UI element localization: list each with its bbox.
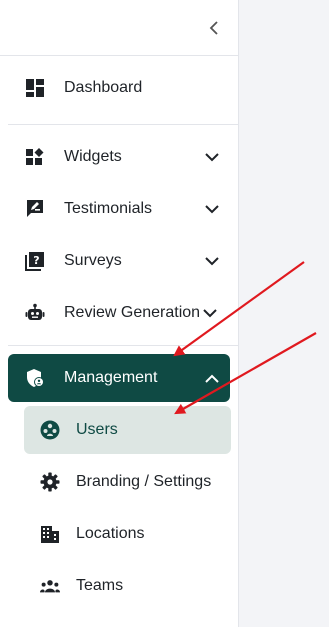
chevron-down-icon[interactable] xyxy=(204,253,220,269)
robot-icon xyxy=(25,303,45,323)
team-icon xyxy=(40,576,60,596)
sidebar-subitem-locations[interactable]: Locations xyxy=(24,510,231,558)
building-icon xyxy=(40,524,60,544)
chevron-up-icon[interactable] xyxy=(204,370,220,386)
widgets-icon xyxy=(25,147,45,167)
divider xyxy=(8,124,239,125)
dashboard-icon xyxy=(25,78,45,98)
sidebar-subitem-branding-settings[interactable]: Branding / Settings xyxy=(24,458,231,506)
shield-user-icon xyxy=(25,368,45,388)
gear-icon xyxy=(40,472,60,492)
chevron-down-icon[interactable] xyxy=(204,149,220,165)
sidebar-item-label: Locations xyxy=(76,525,145,542)
collapse-sidebar-button[interactable] xyxy=(204,18,224,38)
sidebar-item-label: Surveys xyxy=(64,252,122,269)
sidebar-item-label: Management xyxy=(64,369,158,386)
sidebar-item-label: Branding / Settings xyxy=(76,473,212,490)
sidebar-item-label: Users xyxy=(76,421,118,438)
chevron-down-icon[interactable] xyxy=(204,201,220,217)
divider xyxy=(8,345,239,346)
sidebar-item-label: Widgets xyxy=(64,148,122,165)
sidebar-item-label: Testimonials xyxy=(64,200,153,217)
sidebar-item-label: Review Generation xyxy=(64,304,201,321)
survey-icon: ? xyxy=(25,251,45,271)
chevron-down-icon[interactable] xyxy=(202,305,218,321)
sidebar-item-testimonials[interactable]: Testimonials xyxy=(8,185,230,233)
chevron-left-icon xyxy=(209,21,218,35)
sidebar-item-dashboard[interactable]: Dashboard xyxy=(8,64,230,112)
sidebar: Dashboard Widgets Testimonials ? Surveys xyxy=(0,0,239,627)
sidebar-item-surveys[interactable]: ? Surveys xyxy=(8,237,230,285)
sidebar-item-management[interactable]: Management xyxy=(8,354,230,402)
users-circle-icon xyxy=(40,420,60,440)
sidebar-item-widgets[interactable]: Widgets xyxy=(8,133,230,181)
testimonial-icon xyxy=(25,199,45,219)
sidebar-header xyxy=(0,0,238,56)
sidebar-item-label: Teams xyxy=(76,577,124,594)
sidebar-item-review-generation[interactable]: Review Generation xyxy=(8,289,230,337)
sidebar-item-label: Dashboard xyxy=(64,79,143,96)
sidebar-subitem-users[interactable]: Users xyxy=(24,406,231,454)
sidebar-subitem-teams[interactable]: Teams xyxy=(24,562,231,610)
svg-text:?: ? xyxy=(33,254,39,267)
